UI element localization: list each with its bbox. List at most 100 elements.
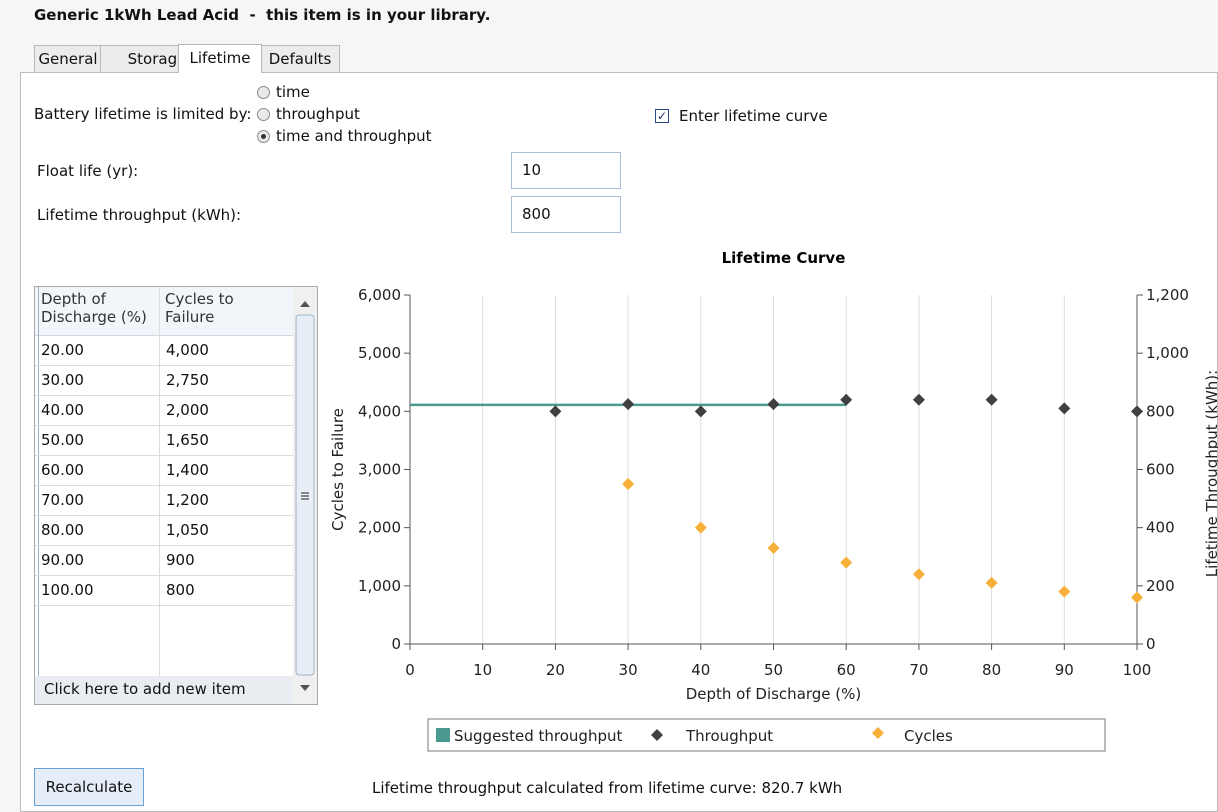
x-tick-label: 60 [837,661,856,679]
depth-cell[interactable]: 100.00 [41,581,94,599]
radio-throughput-label: throughput [276,105,360,123]
y-right-tick-label: 600 [1146,461,1175,479]
cycles-cell[interactable]: 800 [166,581,195,599]
table-row[interactable]: 20.00 4,000 [35,335,293,366]
cycles-cell[interactable]: 900 [166,551,195,569]
y-right-tick-label: 400 [1146,519,1175,537]
radio-time-and-throughput[interactable]: time and throughput [257,127,432,145]
enter-lifetime-curve-label: Enter lifetime curve [679,107,828,125]
depth-cell[interactable]: 40.00 [41,401,84,419]
x-tick-label: 20 [546,661,565,679]
legend-throughput-label: Throughput [685,727,773,745]
item-title: Generic 1kWh Lead Acid - this item is in… [34,6,491,24]
header-depth-line1: Depth of [41,290,106,308]
enter-lifetime-curve[interactable]: ✓ Enter lifetime curve [655,107,828,125]
y-right-tick-label: 800 [1146,402,1175,420]
table-scrollbar[interactable] [293,287,317,704]
radio-time-and-throughput-indicator[interactable] [257,129,270,143]
throughput-point [622,398,635,411]
x-axis-title: Depth of Discharge (%) [686,685,862,703]
y-left-tick-label: 1,000 [358,577,401,595]
table-row[interactable]: 50.00 1,650 [35,425,293,456]
cycles-point [694,521,707,534]
depth-cell[interactable]: 60.00 [41,461,84,479]
cycles-cell[interactable]: 1,050 [166,521,209,539]
table-row[interactable]: 60.00 1,400 [35,455,293,486]
cycles-cell[interactable]: 4,000 [166,341,209,359]
cycles-cell[interactable]: 2,750 [166,371,209,389]
cycles-point [912,568,925,581]
y-left-tick-label: 5,000 [358,344,401,362]
y-right-tick-label: 1,000 [1146,344,1189,362]
x-tick-label: 100 [1123,661,1152,679]
cycles-point [622,478,635,491]
y-left-tick-label: 4,000 [358,402,401,420]
enter-lifetime-curve-checkbox[interactable]: ✓ [655,109,669,123]
float-life-label: Float life (yr): [37,162,139,180]
depth-cell[interactable]: 50.00 [41,431,84,449]
legend-cycles-label: Cycles [904,727,953,745]
table-row[interactable]: 40.00 2,000 [35,395,293,426]
scroll-up-arrow-icon[interactable] [300,301,310,307]
throughput-point [694,405,707,418]
throughput-point [1058,402,1071,415]
radio-time-and-throughput-label: time and throughput [276,127,432,145]
recalculate-button[interactable]: Recalculate [34,768,144,806]
x-tick-label: 30 [619,661,638,679]
cycles-point [840,556,853,569]
scroll-down-arrow-icon[interactable] [300,685,310,691]
lifetime-table[interactable]: Depth of Discharge (%) Cycles to Failure… [34,286,318,705]
radio-throughput[interactable]: throughput [257,105,360,123]
table-header: Depth of Discharge (%) Cycles to Failure [35,287,293,336]
x-tick-label: 90 [1055,661,1074,679]
cycles-point [767,542,780,555]
depth-cell[interactable]: 90.00 [41,551,84,569]
calculated-throughput-text: Lifetime throughput calculated from life… [372,779,843,797]
x-tick-label: 0 [405,661,415,679]
table-row[interactable]: 100.00 800 [35,575,293,606]
table-row[interactable]: 30.00 2,750 [35,365,293,396]
scroll-thumb[interactable] [295,314,315,676]
add-new-item-label: Click here to add new item [44,680,246,698]
header-cycles-line2: Failure [165,308,215,326]
legend-suggested-label: Suggested throughput [454,727,622,745]
y-left-tick-label: 3,000 [358,461,401,479]
x-tick-label: 50 [764,661,783,679]
tab-defaults[interactable]: Defaults [260,45,340,72]
y-right-tick-label: 0 [1146,635,1156,653]
radio-time[interactable]: time [257,83,310,101]
cycles-cell[interactable]: 1,650 [166,431,209,449]
chart-title: Lifetime Curve [722,249,846,267]
throughput-point [767,398,780,411]
depth-cell[interactable]: 20.00 [41,341,84,359]
cycles-cell[interactable]: 1,400 [166,461,209,479]
header-cycles-line1: Cycles to [165,290,234,308]
tab-lifetime[interactable]: Lifetime [178,44,262,73]
tab-general[interactable]: General [34,45,102,72]
throughput-point [912,393,925,406]
depth-cell[interactable]: 70.00 [41,491,84,509]
float-life-input[interactable]: 10 [511,152,621,189]
y-right-tick-label: 200 [1146,577,1175,595]
table-row[interactable]: 90.00 900 [35,545,293,576]
y-right-tick-label: 1,200 [1146,286,1189,304]
table-row[interactable]: 70.00 1,200 [35,485,293,516]
depth-cell[interactable]: 80.00 [41,521,84,539]
y-left-axis-title: Cycles to Failure [329,408,347,531]
radio-throughput-indicator[interactable] [257,107,270,121]
header-depth-line2: Discharge (%) [41,308,147,326]
lifetime-chart: Lifetime Curve 0 10 20 30 40 50 60 70 80 90 100 0 1,0… [329,249,1218,752]
cycles-point [1131,591,1143,604]
depth-cell[interactable]: 30.00 [41,371,84,389]
y-right-axis-title: Lifetime Throughput (kWh): [1203,370,1218,577]
add-new-item-row[interactable]: Click here to add new item [35,676,293,704]
table-row[interactable]: 80.00 1,050 [35,515,293,546]
lifetime-throughput-input[interactable]: 800 [511,196,621,233]
x-tick-label: 10 [473,661,492,679]
radio-time-indicator[interactable] [257,85,270,99]
x-tick-label: 40 [691,661,710,679]
cycles-cell[interactable]: 2,000 [166,401,209,419]
legend-suggested-swatch [436,728,450,742]
table-scrollbar-graphic [295,301,315,691]
cycles-cell[interactable]: 1,200 [166,491,209,509]
